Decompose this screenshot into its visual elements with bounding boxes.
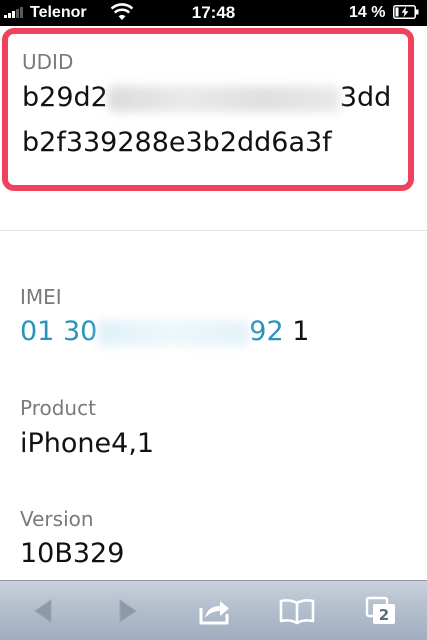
share-icon xyxy=(199,601,229,625)
share-button[interactable] xyxy=(190,589,240,633)
udid-value-line2: b2f339288e3b2dd6a3f xyxy=(22,127,332,158)
product-label: Product xyxy=(20,396,96,420)
tabs-icon: 2 xyxy=(365,596,395,624)
back-arrow-icon xyxy=(34,599,52,623)
udid-value-line1: b29d2 3dd xyxy=(22,82,391,114)
forward-button[interactable] xyxy=(103,589,153,633)
battery-charging-icon xyxy=(393,5,419,19)
version-label: Version xyxy=(20,507,94,531)
safari-toolbar: 2 xyxy=(0,580,427,640)
bookmarks-button[interactable] xyxy=(272,589,322,633)
imei-redacted-segment xyxy=(97,319,250,346)
forward-arrow-icon xyxy=(119,599,137,623)
udid-highlight-box: UDID b29d2 3dd b2f339288e3b2dd6a3f xyxy=(2,28,414,191)
product-value: iPhone4,1 xyxy=(20,428,155,459)
imei-value[interactable]: 01 30 92 1 xyxy=(20,316,309,348)
imei-value-suffix: 92 xyxy=(249,316,284,347)
imei-value-prefix: 01 30 xyxy=(20,316,98,347)
section-divider xyxy=(0,230,427,231)
tab-count: 2 xyxy=(379,606,389,624)
udid-label: UDID xyxy=(22,50,74,74)
tabs-button[interactable]: 2 xyxy=(356,589,406,633)
imei-last-digit: 1 xyxy=(292,316,310,347)
status-bar: Telenor 17:48 14 % xyxy=(0,0,427,26)
imei-label: IMEI xyxy=(20,285,62,309)
version-value: 10B329 xyxy=(20,538,125,569)
battery-percentage: 14 % xyxy=(349,4,386,21)
back-button[interactable] xyxy=(18,589,68,633)
safari-screen: Telenor 17:48 14 % UDID b29d2 3dd b2f3392… xyxy=(0,0,427,640)
udid-redacted-segment xyxy=(107,85,340,112)
udid-value-start: b29d2 xyxy=(22,82,108,113)
bookmarks-icon xyxy=(279,599,315,625)
udid-value-end: 3dd xyxy=(339,82,392,113)
